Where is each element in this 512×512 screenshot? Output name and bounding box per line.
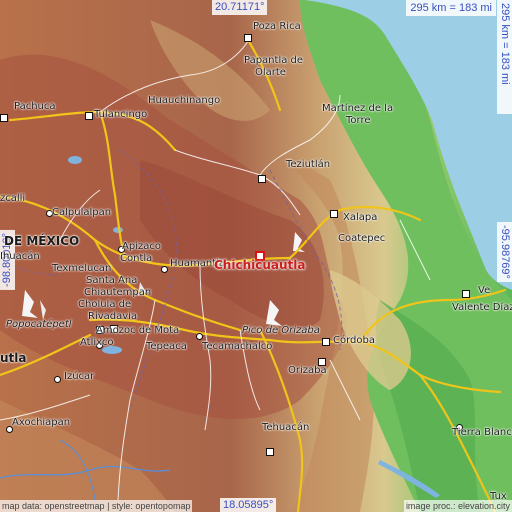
place-label: Tulancingo [94,109,148,120]
latitude-bottom-label: 18.05895° [220,498,277,512]
longitude-right-label: -95.98769° [497,222,512,282]
place-label: utla [0,351,27,365]
place-label: Ve [478,285,491,296]
tulancingo-marker [85,112,93,120]
place-label: zcalli [0,193,26,204]
peak-label: Pico de Orizaba [242,325,320,336]
cordoba-marker [322,338,330,346]
place-label: Tehuacán [262,422,310,433]
place-label: Axochiapan [12,417,71,428]
huamantla-marker [161,266,168,273]
place-label: Ihuacán [0,251,40,262]
place-label: Texmelucan [52,263,112,274]
teziutlan-marker [258,175,266,183]
scale-vertical-label: 295 km = 183 mi [497,0,512,114]
place-label: Valente Díaz [452,302,512,313]
place-label: Santa Ana [86,275,138,286]
place-label: Cholula de [78,299,132,310]
pachuca-marker [0,114,8,122]
place-label: Poza Rica [253,21,301,32]
place-label: Tecamachalco [202,341,273,352]
izucar-marker [54,376,61,383]
latitude-top-label: 20.71171° [212,0,268,15]
place-label: Coatepec [338,233,386,244]
place-label: Teziutlán [286,159,331,170]
poza-rica-marker [244,34,252,42]
place-label: Amozoc de Mota [96,325,180,336]
map-credit-right: image proc.: elevation.city [403,500,512,512]
map-credit-left: map data: openstreetmap | style: opentop… [0,500,193,512]
place-label: Atlixco [80,337,114,348]
scale-horizontal-label: 295 km = 183 mi [406,0,496,16]
tehuacan-marker [266,448,274,456]
veracruz-marker [462,290,470,298]
place-label: Contla [120,253,153,264]
place-label: Huauchinango [148,95,221,106]
place-label: Olarte [255,67,286,78]
peak-label: Popocatépetl [6,319,72,330]
tecamachalco-marker [196,333,203,340]
place-label: Apizaco [122,241,161,252]
place-label: Chiautempan [84,287,152,298]
topographic-map[interactable]: 20.71171° 18.05895° -98.80019° -95.98769… [0,0,512,512]
place-label: Tierra Blanca [452,427,512,438]
place-label: Rivadavia [88,311,138,322]
place-label: Córdoba [333,335,375,346]
place-label: Orizaba [288,365,327,376]
place-label: Izúcar [64,371,95,382]
target-location-label: Chichicuautla [214,258,306,272]
place-label: Xalapa [343,212,378,223]
place-label: Pachuca [14,101,56,112]
place-label: Torre [346,115,371,126]
xalapa-marker [330,210,338,218]
place-label: Papantla de [244,55,304,66]
place-label: Tepeaca [146,341,187,352]
place-label: Martínez de la [322,103,394,114]
place-label: Calpulalpan [52,207,112,218]
place-label: DE MÉXICO [4,234,80,248]
